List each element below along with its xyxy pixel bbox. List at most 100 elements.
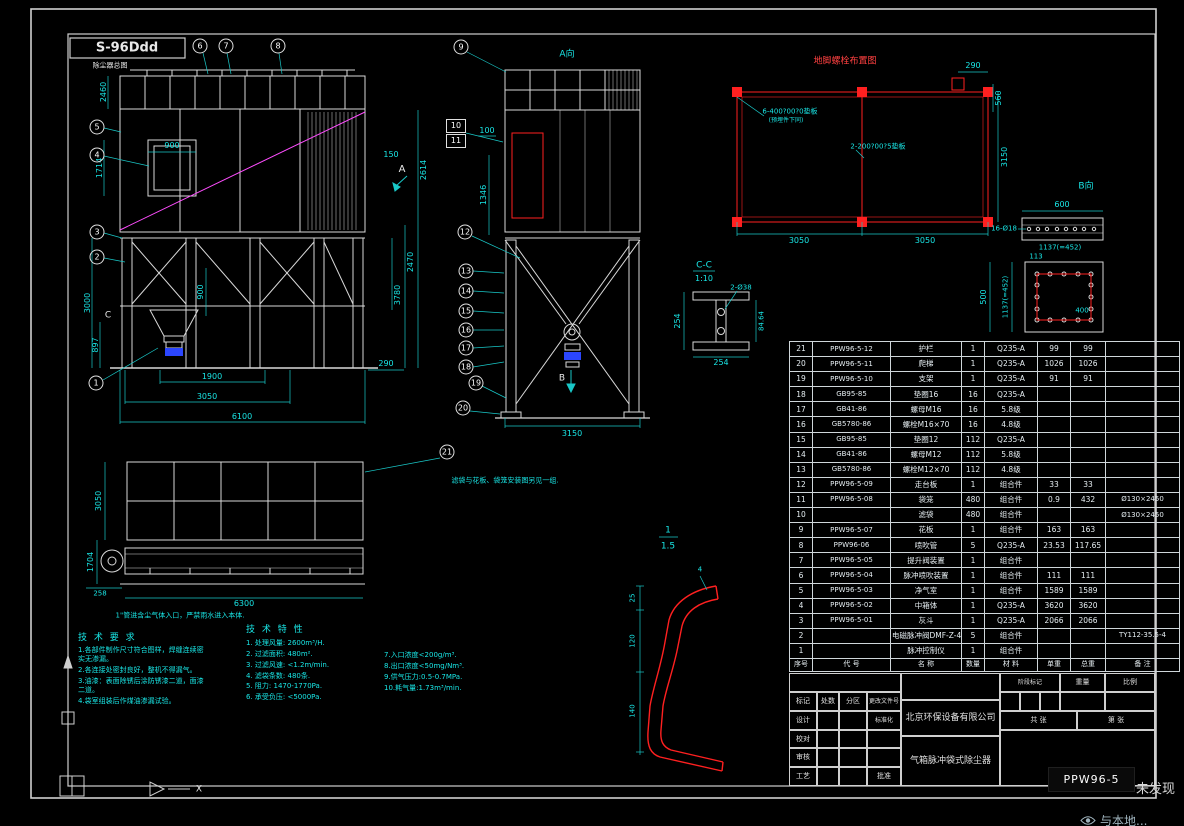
tech-requirements: 技 术 要 求 1.各部件制作尺寸符合图样，焊缝连续密实无渗漏。 2.各连接处密封…: [78, 630, 210, 709]
titleblock-cell: [789, 673, 901, 692]
bom-cell: 19: [789, 371, 813, 388]
bom-cell: 17: [789, 401, 813, 418]
note-line: 1.各部件制作尺寸符合图样，焊缝连续密实无渗漏。: [78, 646, 204, 664]
bom-cell: PPW96-5-03: [812, 582, 891, 599]
bom-cell: 1: [789, 642, 813, 659]
dim-label: A向: [559, 49, 575, 60]
titleblock-cell: 阶段标记: [1000, 673, 1060, 692]
bom-cell: PPW96-5-09: [812, 476, 891, 493]
eye-icon: [1080, 816, 1096, 825]
bom-cell: Q235-A: [984, 371, 1038, 388]
bom-cell: 1: [961, 340, 985, 358]
bom-cell: 1026: [1037, 356, 1071, 373]
titleblock-cell: [1040, 692, 1060, 711]
bom-cell: PPW96-5-08: [812, 491, 891, 509]
plan-view-red: [732, 77, 993, 227]
dim-label: 3050: [94, 490, 103, 512]
bom-cell: 组合件: [984, 627, 1038, 644]
bom-cell: 喷吹管: [890, 537, 962, 554]
titleblock-cell: [817, 711, 839, 730]
tech-requirements-list: 1.各部件制作尺寸符合图样，焊缝连续密实无渗漏。 2.各连接处密封良好，整机不得漏…: [78, 646, 210, 707]
bom-row: 1 脉冲控制仪 1 组合件: [789, 642, 1180, 659]
bom-cell: 11: [789, 491, 813, 509]
bom-cell: 组合件: [984, 522, 1038, 539]
bom-cell: 1: [961, 582, 985, 599]
bom-cell: 16: [789, 416, 813, 433]
tech-requirements-title: 技 术 要 求: [78, 633, 137, 643]
bom-cell: 91: [1037, 371, 1071, 388]
bom-cell: Q235-A: [984, 340, 1038, 358]
dim-label: 2-200?00?5垫板: [850, 142, 906, 151]
bom-header-cell: 总重: [1070, 657, 1106, 672]
side-view: [495, 69, 650, 419]
balloon-17: 17: [458, 340, 474, 356]
bom-cell: 1: [961, 371, 985, 388]
front-view: [110, 69, 378, 369]
dim-label: 3050: [788, 236, 810, 245]
titleblock-cell: 重量: [1060, 673, 1105, 692]
note-line: 2. 过滤面积: 480m².: [246, 649, 313, 658]
bom-cell: PPW96-5-02: [812, 597, 891, 614]
dim-label: 2-Ø38: [730, 283, 752, 292]
bom-cell: [1037, 627, 1071, 644]
side-discharge-valve-blue: [564, 352, 581, 360]
note-line: 4. 滤袋条数: 480条.: [246, 671, 311, 680]
bom-cell: [1070, 431, 1106, 448]
bom-cell: [1105, 431, 1180, 448]
bom-cell: [1105, 567, 1180, 584]
bom-cell: 480: [961, 507, 985, 524]
bom-cell: 支架: [890, 371, 962, 388]
dim-label: 897: [91, 337, 100, 353]
bom-cell: 灰斗: [890, 612, 962, 629]
bom-cell: TY112-35.5-4: [1105, 627, 1180, 644]
dim-label: 290: [965, 61, 981, 70]
bom-cell: 1: [961, 567, 985, 584]
drawing-number-badge: PPW96-5: [1048, 767, 1135, 792]
dim-label: 2470: [406, 251, 415, 273]
bom-cell: 中箱体: [890, 597, 962, 614]
titleblock-cell: [867, 730, 901, 748]
bom-cell: 4: [789, 597, 813, 614]
balloon-16: 16: [458, 322, 474, 338]
balloon-3: 3: [89, 224, 105, 240]
bom-cell: 组合件: [984, 476, 1038, 493]
dim-label: 254: [713, 358, 729, 367]
overlay-link[interactable]: 与本地...: [1080, 812, 1147, 826]
dim-label: 84.64: [757, 310, 766, 332]
bom-cell: 螺母M16: [890, 401, 962, 418]
note-line: 2.各连接处密封良好，整机不得漏气。: [78, 666, 197, 675]
bom-cell: 7: [789, 552, 813, 569]
bom-cell: 滤袋: [890, 507, 962, 524]
bom-cell: 1: [961, 522, 985, 539]
bom-cell: 4.8级: [984, 461, 1038, 478]
titleblock-cell: [817, 748, 839, 767]
titleblock-cell: 共 张: [1000, 711, 1077, 730]
bom-cell: [1037, 552, 1071, 569]
dim-label: 4: [697, 565, 703, 574]
titleblock-cell: 标记: [789, 692, 817, 711]
bom-row: 5 PPW96-5-03 净气室 1 组合件 1589 1589: [789, 582, 1180, 599]
bom-cell: 组合件: [984, 507, 1038, 524]
bom-cell: 111: [1037, 567, 1071, 584]
bom-cell: 花板: [890, 522, 962, 539]
overlay-status-text: 未发现: [1136, 782, 1176, 797]
bom-cell: PPW96-5-05: [812, 552, 891, 569]
titleblock-cell: [867, 748, 901, 767]
bom-cell: 33: [1037, 476, 1071, 493]
cad-canvas[interactable]: S-96Ddd 除尘器总图 2460 1714 3000 897 900 900 1900 305…: [0, 0, 1184, 826]
bom-cell: [1105, 340, 1180, 358]
tech-characteristics: 技 术 特 性 1. 处理风量: 2600m³/H. 2. 过滤面积: 480m²…: [246, 622, 396, 703]
note-line: 5. 阻力: 1470-1770Pa.: [246, 682, 323, 691]
bom-cell: Q235-A: [984, 537, 1038, 554]
balloon-14: 14: [458, 283, 474, 299]
bom-cell: [1037, 386, 1071, 403]
bom-cell: 18: [789, 386, 813, 403]
side-view-door-red: [511, 132, 544, 219]
dim-label: B向: [1078, 181, 1094, 192]
dim-label: C-C: [696, 260, 712, 271]
bom-cell: 432: [1070, 491, 1106, 509]
titleblock-cell: [901, 673, 1000, 700]
bom-cell: 垫圈16: [890, 386, 962, 403]
dim-label: 1:10: [695, 274, 713, 283]
titleblock-cell: 气箱脉冲袋式除尘器: [901, 736, 1000, 786]
